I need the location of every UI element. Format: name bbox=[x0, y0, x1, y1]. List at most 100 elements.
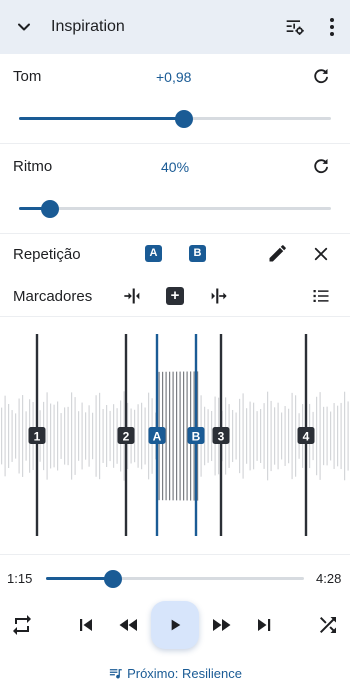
total-time: 4:28 bbox=[316, 571, 342, 586]
marker-label: 2 bbox=[123, 430, 130, 444]
waveform-bar bbox=[277, 402, 279, 470]
divider bbox=[0, 143, 350, 144]
chevron-down-icon[interactable] bbox=[14, 17, 34, 37]
waveform-bar bbox=[330, 411, 332, 461]
waveform-bar bbox=[1, 407, 3, 465]
waveform-bar bbox=[270, 400, 272, 472]
loop-a-button[interactable]: A bbox=[145, 245, 162, 262]
marker-label: 3 bbox=[218, 430, 225, 444]
waveform-bar bbox=[232, 409, 234, 463]
waveform-bar bbox=[256, 411, 258, 461]
play-button[interactable] bbox=[151, 601, 199, 649]
waveform-bar bbox=[246, 408, 248, 464]
current-time: 1:15 bbox=[7, 571, 33, 586]
tempo-label: Ritmo bbox=[13, 158, 53, 175]
waveform-bar bbox=[235, 412, 237, 460]
repeat-icon[interactable] bbox=[10, 613, 34, 637]
waveform-bar bbox=[50, 403, 52, 469]
seek-bar-fill bbox=[46, 577, 114, 580]
waveform-bar bbox=[88, 405, 90, 467]
repeat-label: Repetição bbox=[13, 246, 81, 263]
tempo-slider[interactable] bbox=[19, 199, 331, 218]
pitch-slider[interactable] bbox=[19, 109, 331, 128]
waveform[interactable]: 1 2 A B 3 4 bbox=[0, 318, 350, 554]
waveform-bar bbox=[172, 371, 174, 501]
waveform-bar bbox=[46, 392, 48, 480]
waveform-bar bbox=[71, 392, 73, 480]
loop-b-button[interactable]: B bbox=[189, 245, 206, 262]
waveform-bar bbox=[64, 407, 66, 465]
reset-pitch-icon[interactable] bbox=[311, 66, 331, 86]
waveform-bar bbox=[74, 397, 76, 475]
next-track-label: Próximo: Resilience bbox=[127, 666, 242, 681]
waveform-bar bbox=[344, 391, 346, 481]
waveform-bar bbox=[60, 413, 62, 459]
more-vert-icon[interactable] bbox=[322, 16, 342, 38]
waveform-bar bbox=[8, 403, 10, 469]
waveform-bar bbox=[15, 413, 17, 459]
seek-bar-thumb[interactable] bbox=[104, 569, 123, 588]
waveform-bar bbox=[288, 408, 290, 464]
waveform-bar bbox=[340, 402, 342, 470]
waveform-bar bbox=[99, 392, 101, 480]
waveform-bar bbox=[295, 395, 297, 477]
pitch-label: Tom bbox=[13, 68, 42, 85]
waveform-bar bbox=[141, 402, 143, 470]
waveform-bar bbox=[92, 412, 94, 460]
waveform-bar bbox=[22, 395, 24, 477]
pitch-slider-fill bbox=[19, 117, 185, 120]
add-marker-button[interactable]: + bbox=[166, 287, 184, 305]
next-marker-icon[interactable] bbox=[210, 286, 230, 306]
reset-tempo-icon[interactable] bbox=[311, 156, 331, 176]
pitch-slider-thumb[interactable] bbox=[175, 109, 194, 128]
skip-previous-icon[interactable] bbox=[74, 613, 98, 637]
waveform-bar bbox=[263, 403, 265, 469]
fast-forward-icon[interactable] bbox=[209, 613, 233, 637]
waveform-bar bbox=[109, 410, 111, 462]
divider bbox=[0, 316, 350, 317]
waveform-bar bbox=[25, 411, 27, 461]
shuffle-icon[interactable] bbox=[316, 613, 340, 637]
marker-label: B bbox=[192, 430, 201, 444]
waveform-bar bbox=[53, 404, 55, 468]
waveform-bar bbox=[137, 404, 139, 468]
waveform-bar bbox=[326, 406, 328, 466]
waveform-bar bbox=[347, 401, 349, 471]
seek-bar[interactable] bbox=[46, 569, 304, 588]
waveform-bar bbox=[319, 392, 321, 480]
play-icon bbox=[171, 619, 181, 631]
waveform-bar bbox=[323, 406, 325, 466]
waveform-bar bbox=[106, 405, 108, 467]
rewind-icon[interactable] bbox=[117, 613, 141, 637]
skip-next-icon[interactable] bbox=[252, 613, 276, 637]
waveform-bar bbox=[253, 402, 255, 470]
marker-list-icon[interactable] bbox=[312, 287, 330, 305]
next-track[interactable]: Próximo: Resilience bbox=[0, 666, 350, 681]
waveform-bar bbox=[81, 402, 83, 470]
waveform-bar bbox=[67, 406, 69, 466]
close-icon[interactable] bbox=[312, 245, 330, 263]
waveform-bar bbox=[316, 396, 318, 476]
tempo-slider-thumb[interactable] bbox=[41, 199, 60, 218]
marker-label: 1 bbox=[34, 430, 41, 444]
waveform-bar bbox=[169, 371, 171, 501]
edit-icon[interactable] bbox=[267, 244, 287, 264]
tempo-value: 40% bbox=[161, 159, 190, 175]
queue-music-icon bbox=[109, 669, 122, 679]
pitch-value: +0,98 bbox=[156, 69, 192, 85]
waveform-bar bbox=[144, 407, 146, 465]
waveform-bar bbox=[57, 401, 59, 471]
marker-label: 4 bbox=[303, 430, 310, 444]
tune-icon[interactable] bbox=[284, 17, 306, 37]
waveform-bar bbox=[176, 371, 178, 501]
waveform-bar bbox=[260, 409, 262, 463]
waveform-bar bbox=[274, 407, 276, 465]
waveform-bar bbox=[267, 391, 269, 481]
waveform-bar bbox=[337, 405, 339, 467]
waveform-bar bbox=[85, 412, 87, 460]
waveform-bar bbox=[179, 371, 181, 501]
waveform-bar bbox=[211, 410, 213, 462]
markers-label: Marcadores bbox=[13, 288, 93, 305]
previous-marker-icon[interactable] bbox=[121, 286, 141, 306]
app-header: Inspiration bbox=[0, 0, 350, 54]
